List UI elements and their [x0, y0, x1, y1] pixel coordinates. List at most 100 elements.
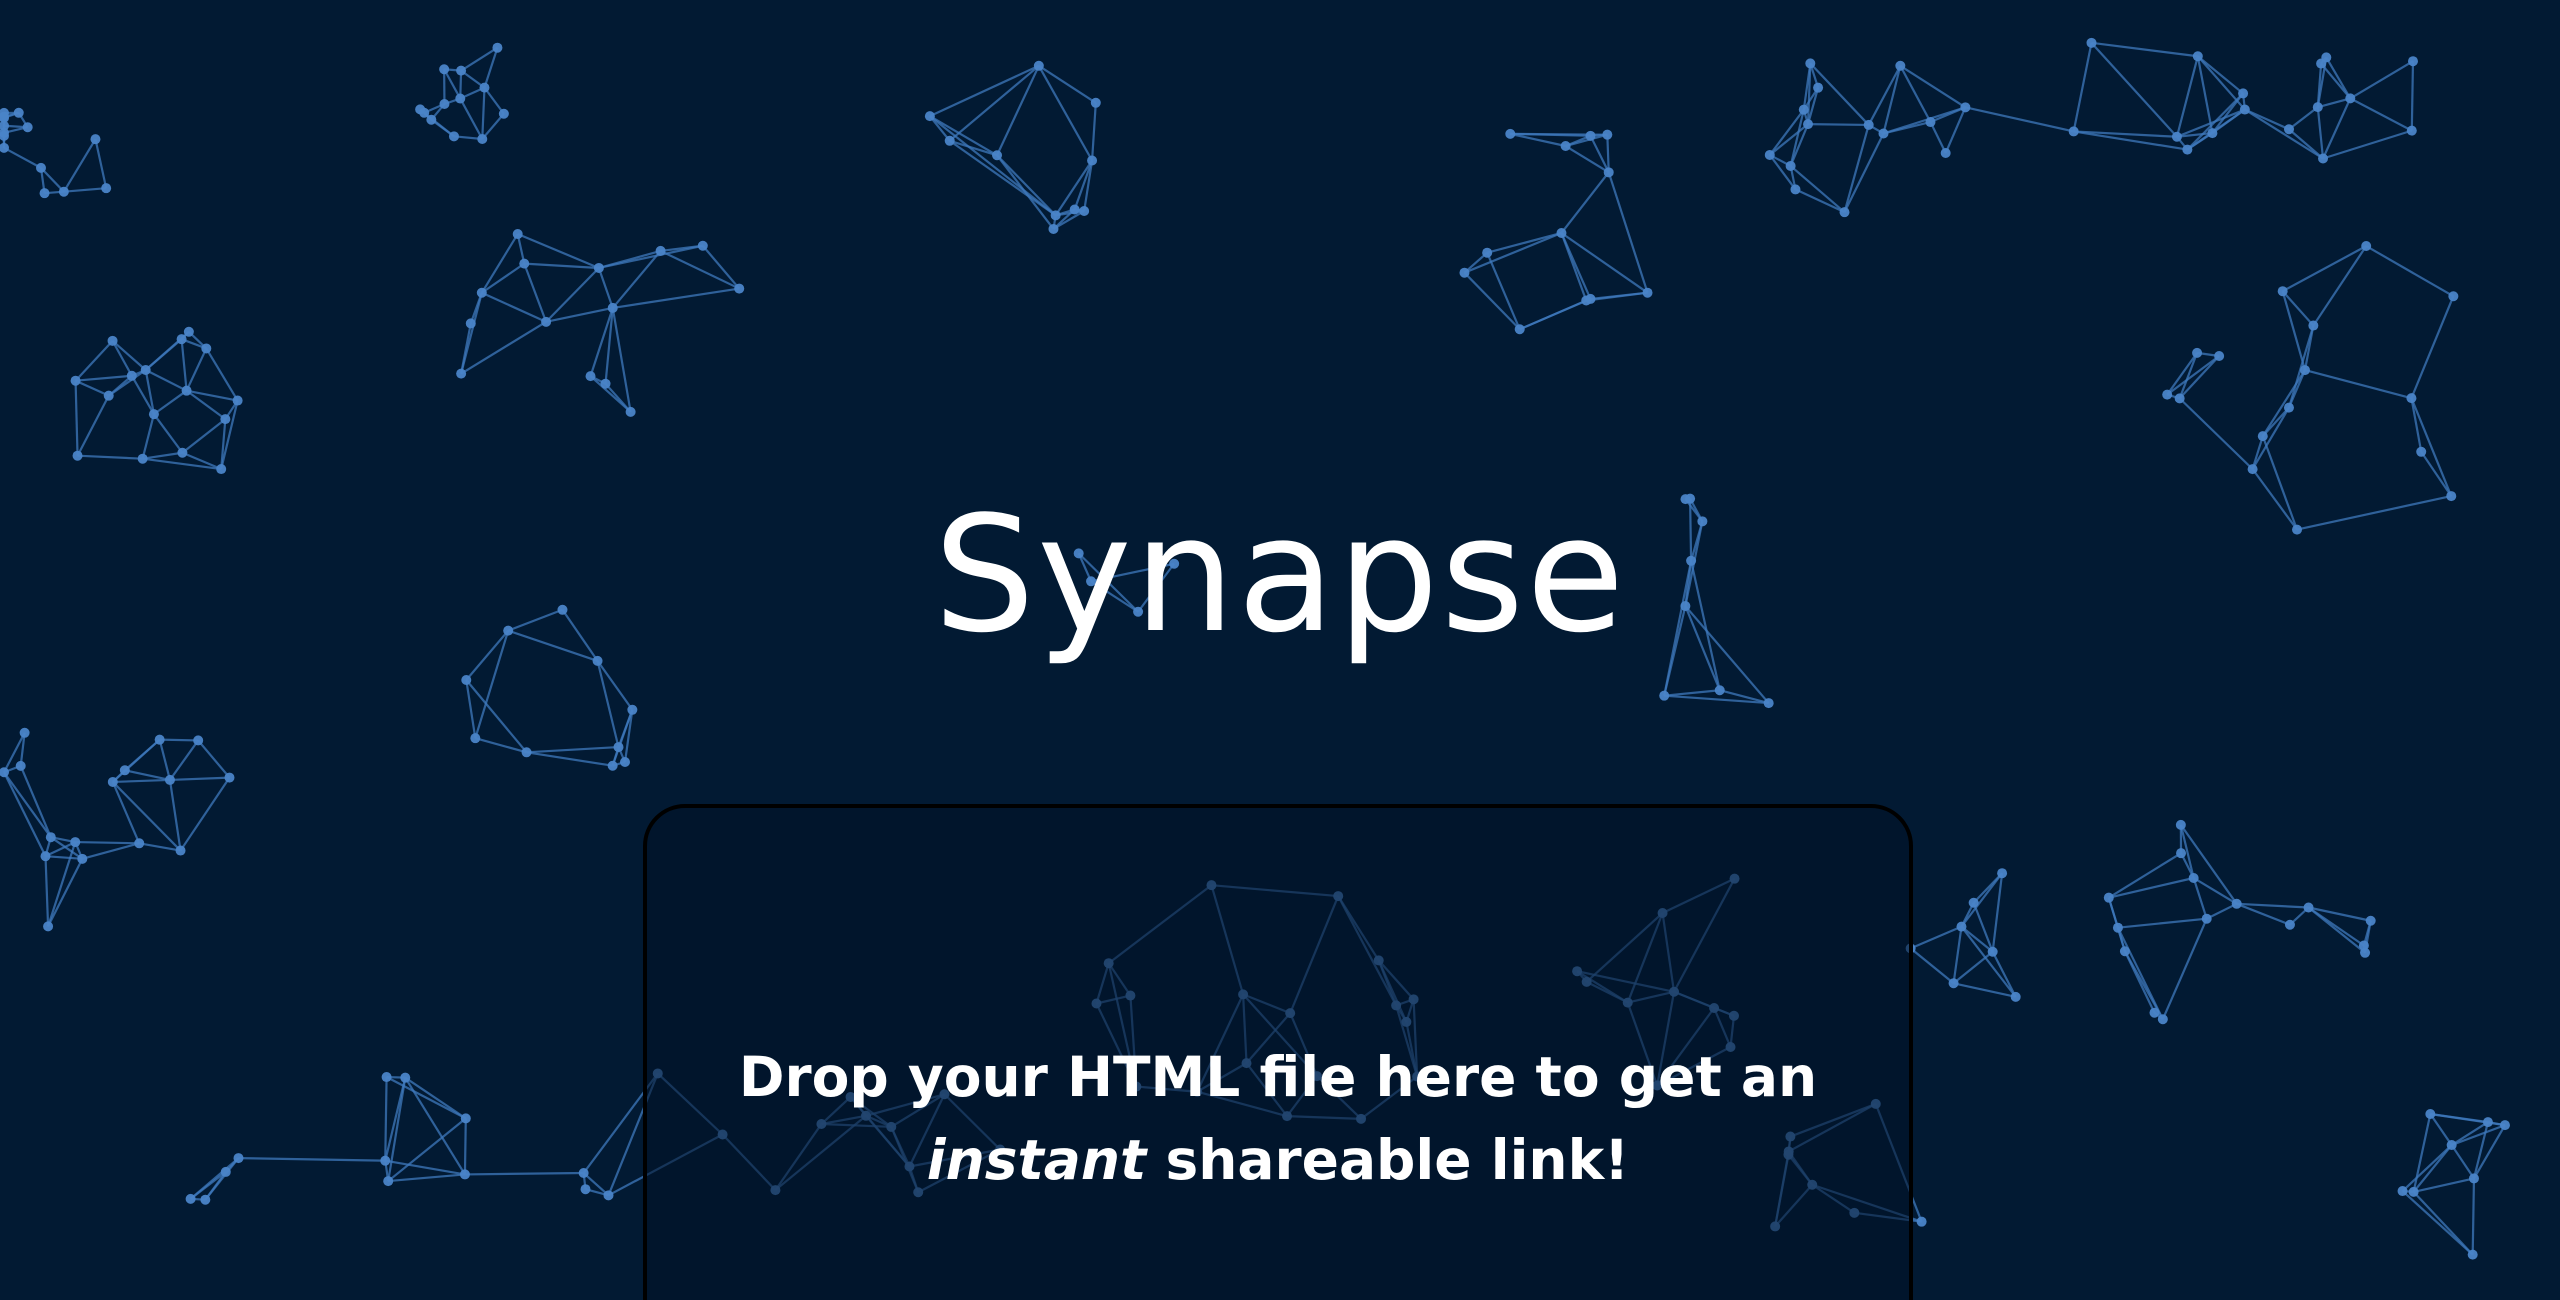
network-node — [465, 318, 476, 329]
network-edge — [77, 454, 143, 460]
network-edge — [388, 1173, 466, 1183]
network-edge — [387, 1077, 407, 1182]
network-edge — [2349, 60, 2414, 100]
network-edge — [1809, 62, 1870, 126]
network-node — [1033, 60, 1044, 71]
network-node — [13, 107, 24, 118]
network-node — [1069, 204, 1080, 215]
network-node — [1863, 119, 1874, 130]
network-node — [22, 122, 33, 133]
network-edge — [2410, 61, 2415, 131]
network-edge — [2471, 1178, 2476, 1255]
network-edge — [2312, 245, 2368, 327]
network-node — [58, 186, 69, 197]
network-edge — [1519, 297, 1591, 331]
network-node — [603, 1190, 614, 1201]
network-node — [1763, 698, 1774, 709]
network-node — [2277, 286, 2288, 297]
network-node — [2149, 1007, 2160, 1018]
network-node — [2257, 431, 2268, 442]
network-node — [1482, 247, 1493, 258]
network-node — [2247, 464, 2258, 475]
network-edge — [460, 320, 547, 375]
network-node — [1916, 1216, 1927, 1227]
network-edge — [660, 249, 740, 290]
network-edge — [2450, 1144, 2475, 1180]
network-edge — [1037, 65, 1094, 162]
network-node — [1560, 141, 1571, 152]
network-node — [2119, 946, 2130, 957]
network-node — [1895, 60, 1906, 71]
network-edge — [75, 840, 140, 845]
network-edge — [2429, 1113, 2453, 1146]
network-node — [233, 1153, 244, 1164]
network-edge — [180, 339, 188, 391]
network-edge — [169, 776, 230, 782]
network-node — [1925, 117, 1936, 128]
network-node — [220, 1166, 231, 1177]
network-node — [2010, 991, 2021, 1002]
network-edge — [2349, 97, 2413, 132]
network-edge — [112, 781, 182, 852]
network-node — [2406, 125, 2417, 136]
network-edge — [2206, 902, 2238, 920]
network-node — [2408, 1186, 2419, 1197]
network-edge — [545, 267, 600, 323]
network-edge — [94, 138, 108, 189]
network-node — [2318, 153, 2329, 164]
network-node — [479, 82, 490, 93]
network-node — [2425, 1108, 2436, 1119]
network-node — [383, 1176, 394, 1187]
network-node — [1764, 149, 1775, 160]
network-edge — [1883, 120, 1931, 135]
network-edge — [1038, 64, 1097, 104]
network-node — [181, 385, 192, 396]
network-node — [43, 921, 54, 932]
network-node — [1659, 690, 1670, 701]
network-node — [2068, 126, 2079, 137]
network-node — [1585, 293, 1596, 304]
network-node — [2284, 919, 2295, 930]
network-node — [1048, 223, 1059, 234]
network-node — [1803, 119, 1814, 130]
network-node — [1956, 921, 1967, 932]
network-edge — [74, 340, 114, 382]
network-edge — [2091, 41, 2198, 58]
network-edge — [2410, 397, 2423, 453]
network-node — [607, 760, 618, 771]
network-edge — [480, 233, 519, 294]
network-node — [578, 1168, 589, 1179]
network-node — [1079, 205, 1090, 216]
network-node — [585, 371, 596, 382]
network-edge — [1910, 925, 1962, 950]
network-node — [1585, 130, 1596, 141]
network-edge — [1794, 188, 1845, 214]
network-edge — [1560, 232, 1588, 301]
network-node — [220, 414, 231, 425]
network-edge — [111, 340, 133, 377]
network-node — [1960, 102, 1971, 113]
network-edge — [701, 245, 741, 290]
network-node — [627, 704, 638, 715]
network-node — [476, 287, 487, 298]
network-node — [2188, 872, 2199, 883]
network-node — [1813, 82, 1824, 93]
network-node — [2182, 144, 2193, 155]
network-edge — [111, 340, 147, 371]
network-node — [944, 135, 955, 146]
network-node — [2231, 898, 2242, 909]
network-node — [2299, 365, 2310, 376]
dropzone-instructions: Drop your HTML file here to get an insta… — [647, 1036, 1909, 1202]
network-node — [1798, 104, 1809, 115]
network-node — [380, 1155, 391, 1166]
network-node — [1556, 227, 1567, 238]
network-edge — [1560, 171, 1610, 234]
network-edge — [1664, 689, 1720, 697]
network-node — [1948, 978, 1959, 989]
file-dropzone[interactable]: Drop your HTML file here to get an insta… — [643, 804, 1913, 1300]
network-node — [19, 727, 30, 738]
network-edge — [76, 395, 110, 457]
network-node — [2303, 902, 2314, 913]
network-edge — [1073, 160, 1094, 210]
network-node — [154, 734, 165, 745]
